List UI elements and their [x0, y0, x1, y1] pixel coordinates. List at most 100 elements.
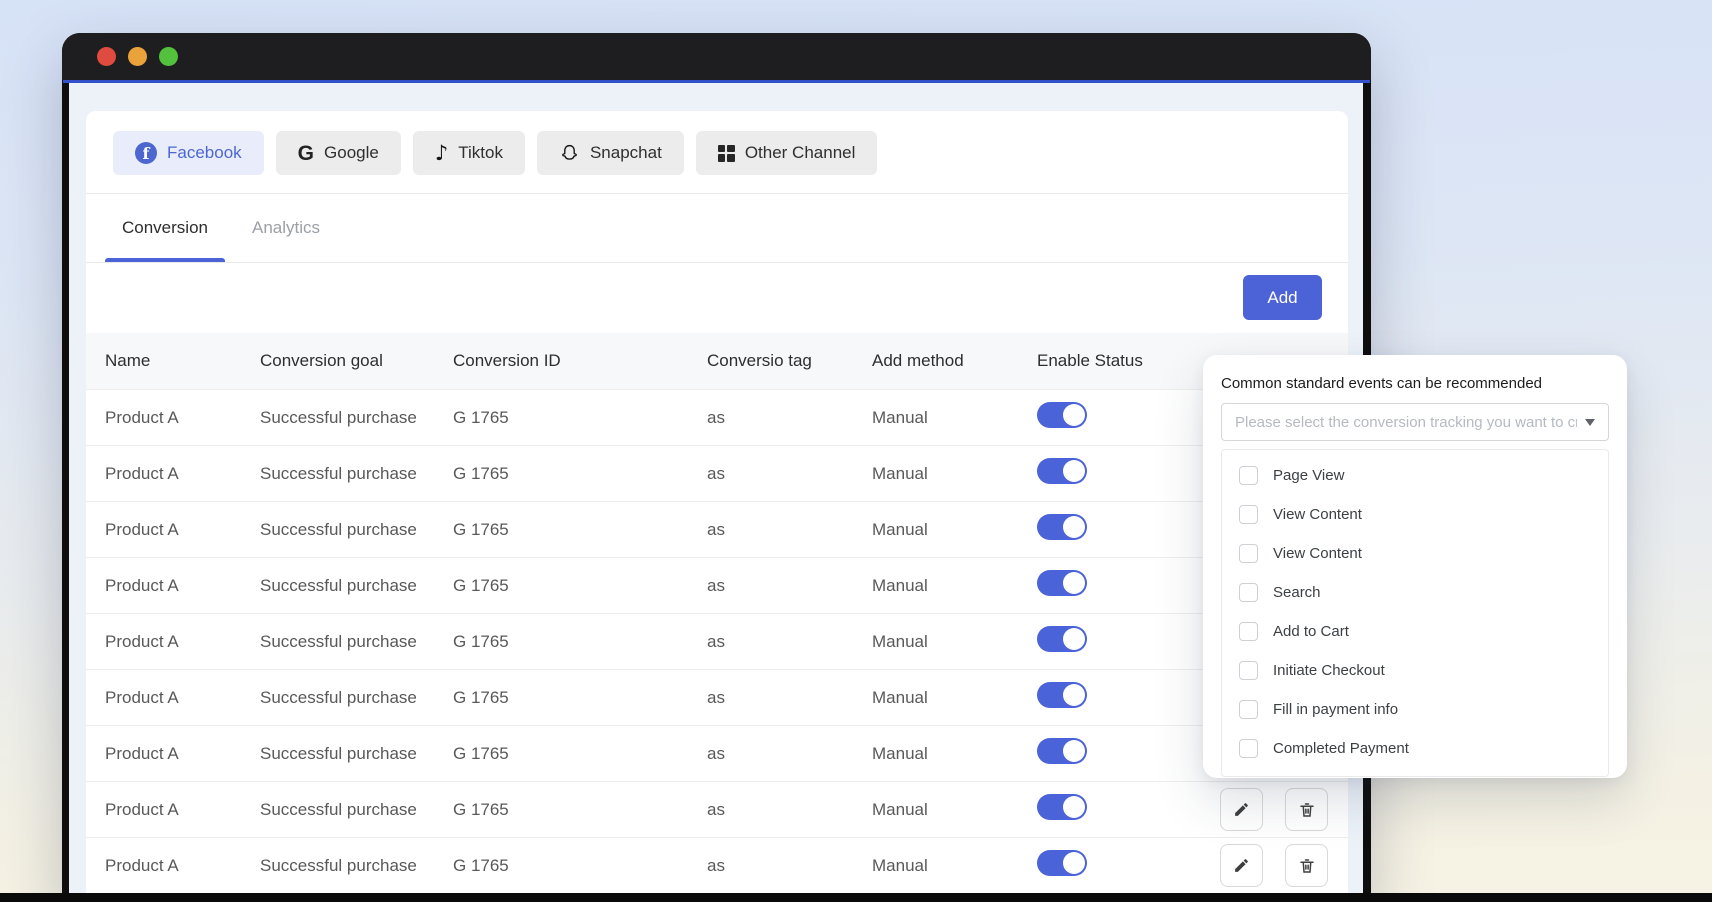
cell-name: Product A [105, 688, 260, 708]
delete-button[interactable] [1285, 788, 1328, 831]
enable-status-toggle[interactable] [1037, 850, 1087, 876]
chevron-down-icon [1585, 419, 1595, 426]
event-option[interactable]: Fill in payment info [1239, 690, 1598, 729]
event-option-label: Add to Cart [1273, 623, 1349, 640]
cell-conversion-tag: as [707, 520, 872, 540]
tab-conversion[interactable]: Conversion [122, 194, 208, 262]
checkbox[interactable] [1239, 739, 1258, 758]
cell-conversion-id: G 1765 [453, 408, 707, 428]
conversion-table: Name Conversion goal Conversion ID Conve… [86, 333, 1348, 894]
cell-name: Product A [105, 856, 260, 876]
row-actions [1197, 844, 1348, 887]
pencil-icon [1233, 857, 1250, 874]
close-window-button[interactable] [97, 47, 116, 66]
column-header: Conversion ID [453, 351, 707, 371]
select-placeholder: Please select the conversion tracking yo… [1235, 414, 1577, 431]
window-body: f Facebook G Google ♪ Tiktok [69, 83, 1363, 902]
minimize-window-button[interactable] [128, 47, 147, 66]
event-option-label: Initiate Checkout [1273, 662, 1385, 679]
event-option[interactable]: Completed Payment [1239, 729, 1598, 768]
table-row: Product A Successful purchase G 1765 as … [86, 726, 1348, 782]
enable-status-toggle[interactable] [1037, 682, 1087, 708]
cell-conversion-id: G 1765 [453, 744, 707, 764]
cell-conversion-goal: Successful purchase [260, 632, 453, 652]
channel-snapchat[interactable]: Snapchat [537, 131, 684, 175]
event-option-label: Page View [1273, 467, 1344, 484]
cell-conversion-goal: Successful purchase [260, 408, 453, 428]
event-option[interactable]: View Content [1239, 495, 1598, 534]
recommended-events-panel: Common standard events can be recommende… [1203, 355, 1627, 778]
checkbox[interactable] [1239, 622, 1258, 641]
cell-conversion-id: G 1765 [453, 464, 707, 484]
event-option[interactable]: Add to Cart [1239, 612, 1598, 651]
tab-analytics[interactable]: Analytics [252, 194, 320, 262]
zoom-window-button[interactable] [159, 47, 178, 66]
cell-conversion-tag: as [707, 856, 872, 876]
event-option-label: Fill in payment info [1273, 701, 1398, 718]
event-option[interactable]: View Content [1239, 534, 1598, 573]
enable-status-toggle[interactable] [1037, 458, 1087, 484]
cell-conversion-id: G 1765 [453, 520, 707, 540]
cell-conversion-id: G 1765 [453, 576, 707, 596]
cell-conversion-tag: as [707, 464, 872, 484]
edit-button[interactable] [1220, 788, 1263, 831]
event-option[interactable]: Search [1239, 573, 1598, 612]
cell-name: Product A [105, 744, 260, 764]
cell-add-method: Manual [872, 800, 1037, 820]
delete-button[interactable] [1285, 844, 1328, 887]
cell-conversion-tag: as [707, 408, 872, 428]
cell-add-method: Manual [872, 464, 1037, 484]
checkbox[interactable] [1239, 583, 1258, 602]
channel-facebook[interactable]: f Facebook [113, 131, 264, 175]
checkbox[interactable] [1239, 661, 1258, 680]
grid-icon [718, 145, 735, 162]
checkbox[interactable] [1239, 700, 1258, 719]
channel-label: Facebook [167, 143, 242, 163]
enable-status-toggle[interactable] [1037, 570, 1087, 596]
event-option[interactable]: Page View [1239, 456, 1598, 495]
event-option-label: View Content [1273, 545, 1362, 562]
screenshot-stage: f Facebook G Google ♪ Tiktok [0, 0, 1712, 902]
edit-button[interactable] [1220, 844, 1263, 887]
window-titlebar [62, 33, 1371, 80]
column-header: Add method [872, 351, 1037, 371]
google-icon: G [298, 143, 314, 164]
pencil-icon [1233, 801, 1250, 818]
channel-label: Google [324, 143, 379, 163]
cell-conversion-goal: Successful purchase [260, 464, 453, 484]
cell-conversion-id: G 1765 [453, 632, 707, 652]
enable-status-toggle[interactable] [1037, 794, 1087, 820]
row-actions [1197, 788, 1348, 831]
enable-status-toggle[interactable] [1037, 402, 1087, 428]
toggle-knob [1063, 404, 1085, 426]
enable-status-toggle[interactable] [1037, 738, 1087, 764]
event-option-label: View Content [1273, 506, 1362, 523]
cell-conversion-id: G 1765 [453, 800, 707, 820]
channel-tiktok[interactable]: ♪ Tiktok [413, 131, 525, 175]
add-button[interactable]: Add [1243, 275, 1322, 320]
toggle-knob [1063, 852, 1085, 874]
active-tab-underline [105, 258, 225, 262]
channel-label: Tiktok [458, 143, 503, 163]
tiktok-icon: ♪ [435, 143, 448, 164]
cell-add-method: Manual [872, 632, 1037, 652]
event-option[interactable]: Initiate Checkout [1239, 651, 1598, 690]
table-row: Product A Successful purchase G 1765 as … [86, 838, 1348, 894]
checkbox[interactable] [1239, 466, 1258, 485]
tab-label: Conversion [122, 218, 208, 238]
event-options-list: Page View View Content View Content Sear… [1221, 449, 1609, 777]
checkbox[interactable] [1239, 544, 1258, 563]
table-row: Product A Successful purchase G 1765 as … [86, 502, 1348, 558]
conversion-tracking-select[interactable]: Please select the conversion tracking yo… [1221, 403, 1609, 441]
channel-other[interactable]: Other Channel [696, 131, 878, 175]
event-option-label: Search [1273, 584, 1321, 601]
enable-status-toggle[interactable] [1037, 626, 1087, 652]
checkbox[interactable] [1239, 505, 1258, 524]
enable-status-toggle[interactable] [1037, 514, 1087, 540]
panel-title: Common standard events can be recommende… [1221, 375, 1609, 392]
channel-google[interactable]: G Google [276, 131, 401, 175]
cell-conversion-goal: Successful purchase [260, 576, 453, 596]
bottom-black-strip [0, 893, 1712, 902]
table-toolbar: Add [86, 263, 1348, 333]
table-header: Name Conversion goal Conversion ID Conve… [86, 333, 1348, 390]
